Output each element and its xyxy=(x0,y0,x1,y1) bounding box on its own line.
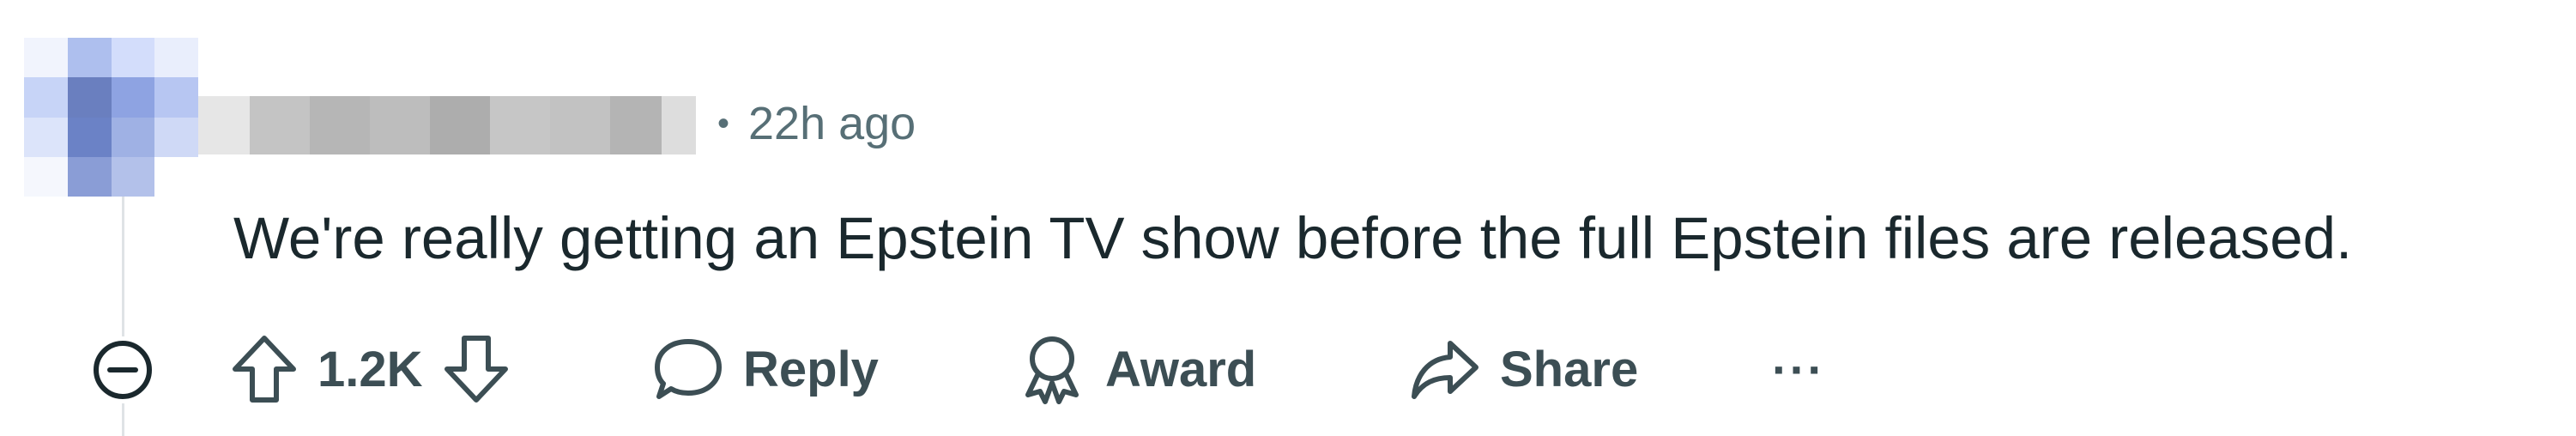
comment-timestamp[interactable]: 22h ago xyxy=(748,97,916,150)
award-ribbon-icon xyxy=(1025,336,1079,404)
collapse-button[interactable] xyxy=(89,336,156,403)
vote-score: 1.2K xyxy=(317,341,423,397)
comment-meta: • 22h ago xyxy=(717,89,916,158)
upvote-arrow-icon[interactable] xyxy=(230,333,299,405)
award-button[interactable]: Award xyxy=(1018,330,1256,409)
meta-separator: • xyxy=(717,104,730,142)
share-label: Share xyxy=(1500,341,1639,397)
reply-button[interactable]: Reply xyxy=(652,330,879,409)
comment: • 22h ago We're really getting an Epstei… xyxy=(0,0,2576,436)
share-arrow-icon xyxy=(1412,341,1478,399)
collapse-minus-icon xyxy=(94,341,152,399)
comment-body: We're really getting an Epstein TV show … xyxy=(233,205,2353,271)
comment-actions: 1.2K Reply Award Share ··· xyxy=(0,326,2576,412)
avatar[interactable] xyxy=(24,38,198,197)
reply-bubble-icon xyxy=(655,339,722,399)
award-label: Award xyxy=(1105,341,1257,397)
downvote-arrow-icon[interactable] xyxy=(442,333,511,405)
share-button[interactable]: Share xyxy=(1409,330,1638,409)
more-options-button[interactable]: ··· xyxy=(1764,330,1833,409)
username[interactable] xyxy=(198,96,696,154)
vote-group: 1.2K xyxy=(230,330,511,409)
reply-label: Reply xyxy=(743,341,879,397)
